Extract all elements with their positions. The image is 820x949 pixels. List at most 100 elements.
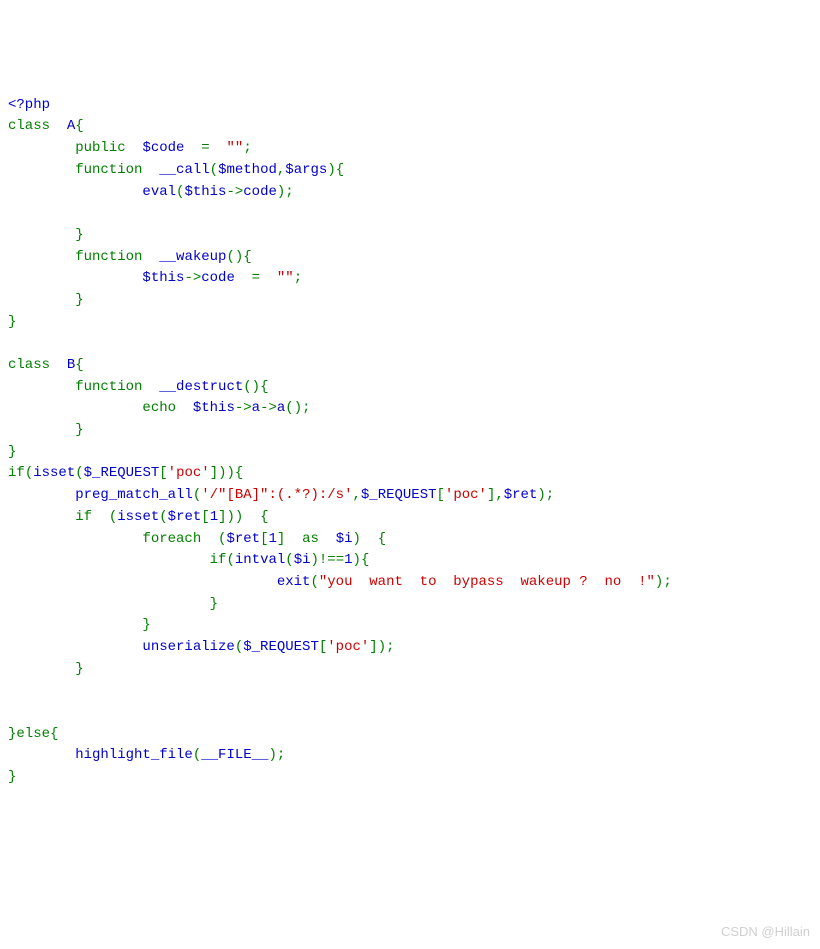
fn-intval: intval — [235, 552, 285, 568]
rp: ) — [218, 465, 226, 481]
rp: ) — [252, 379, 260, 395]
brace: { — [260, 509, 268, 525]
lp: ( — [193, 487, 201, 503]
lp: ( — [75, 465, 83, 481]
str-poc: 'poc' — [168, 465, 210, 481]
fn-destruct: __destruct — [159, 379, 243, 395]
comma: , — [352, 487, 360, 503]
kw-class: class — [8, 357, 50, 373]
rp: ) — [227, 509, 235, 525]
kw-function: function — [75, 249, 142, 265]
var-ret: $ret — [168, 509, 202, 525]
rp: ) — [235, 509, 243, 525]
str-poc: 'poc' — [327, 639, 369, 655]
var-method: $method — [218, 162, 277, 178]
rp: ) — [537, 487, 545, 503]
var-request: $_REQUEST — [243, 639, 319, 655]
lp: ( — [285, 552, 293, 568]
str-poc: 'poc' — [445, 487, 487, 503]
semi: ; — [285, 184, 293, 200]
var-code: $code — [142, 140, 184, 156]
rbr: ] — [369, 639, 377, 655]
fn-pregmatchall: preg_match_all — [75, 487, 193, 503]
kw-as: as — [302, 531, 319, 547]
kw-function: function — [75, 379, 142, 395]
var-this: $this — [193, 400, 235, 416]
kw-if: if — [8, 465, 25, 481]
kw-function: function — [75, 162, 142, 178]
rbr: ] — [218, 509, 226, 525]
kw-public: public — [75, 140, 125, 156]
str-empty: "" — [277, 270, 294, 286]
lp: ( — [25, 465, 33, 481]
lbr: [ — [437, 487, 445, 503]
semi: ; — [294, 270, 302, 286]
rp: ) — [268, 747, 276, 763]
arrow: -> — [260, 400, 277, 416]
brace: { — [235, 465, 243, 481]
var-request: $_REQUEST — [84, 465, 160, 481]
rp: ) — [353, 552, 361, 568]
var-i: $i — [294, 552, 311, 568]
rp: ) — [294, 400, 302, 416]
semi: ; — [277, 747, 285, 763]
fn-isset: isset — [33, 465, 75, 481]
kw-class: class — [8, 118, 50, 134]
semi: ; — [243, 140, 251, 156]
rbr: ] — [210, 465, 218, 481]
brace: } — [75, 292, 83, 308]
lp: ( — [109, 509, 117, 525]
fn-isset: isset — [117, 509, 159, 525]
arrow: -> — [184, 270, 201, 286]
brace: } — [210, 596, 218, 612]
num-1: 1 — [344, 552, 352, 568]
var-this: $this — [142, 270, 184, 286]
rp: ) — [327, 162, 335, 178]
fn-exit: exit — [277, 574, 311, 590]
php-open-tag: <?php — [8, 97, 50, 113]
class-A: A — [67, 118, 75, 134]
brace: { — [75, 357, 83, 373]
var-this: $this — [184, 184, 226, 200]
brace: } — [75, 422, 83, 438]
arrow: -> — [235, 400, 252, 416]
var-ret: $ret — [226, 531, 260, 547]
prop-code: code — [201, 270, 235, 286]
op-eq: = — [252, 270, 260, 286]
var-request: $_REQUEST — [361, 487, 437, 503]
brace: { — [50, 726, 58, 742]
class-B: B — [67, 357, 75, 373]
str-regex: '/"[BA]":(.*?):/s' — [201, 487, 352, 503]
rbr: ] — [277, 531, 285, 547]
semi: ; — [663, 574, 671, 590]
brace: { — [243, 249, 251, 265]
str-msg: "you want to bypass wakeup ? no !" — [319, 574, 655, 590]
brace: { — [361, 552, 369, 568]
fn-unserialize: unserialize — [142, 639, 234, 655]
kw-if: if — [210, 552, 227, 568]
prop-a: a — [252, 400, 260, 416]
lp: ( — [243, 379, 251, 395]
brace: { — [260, 379, 268, 395]
rp: ) — [378, 639, 386, 655]
op-eq: = — [201, 140, 209, 156]
num-1: 1 — [268, 531, 276, 547]
num-1: 1 — [210, 509, 218, 525]
brace: } — [8, 314, 16, 330]
brace: { — [75, 118, 83, 134]
brace: } — [75, 661, 83, 677]
brace: { — [336, 162, 344, 178]
lp: ( — [235, 639, 243, 655]
semi: ; — [546, 487, 554, 503]
lbr: [ — [159, 465, 167, 481]
lp: ( — [159, 509, 167, 525]
rp: ) — [353, 531, 361, 547]
str-empty: "" — [227, 140, 244, 156]
watermark: CSDN @Hillain — [721, 922, 810, 942]
fn-highlight-file: highlight_file — [75, 747, 193, 763]
fn-eval: eval — [142, 184, 176, 200]
brace: } — [8, 769, 16, 785]
brace: { — [378, 531, 386, 547]
code-block: <?php class A{ public $code = ""; functi… — [8, 95, 812, 789]
lp: ( — [285, 400, 293, 416]
